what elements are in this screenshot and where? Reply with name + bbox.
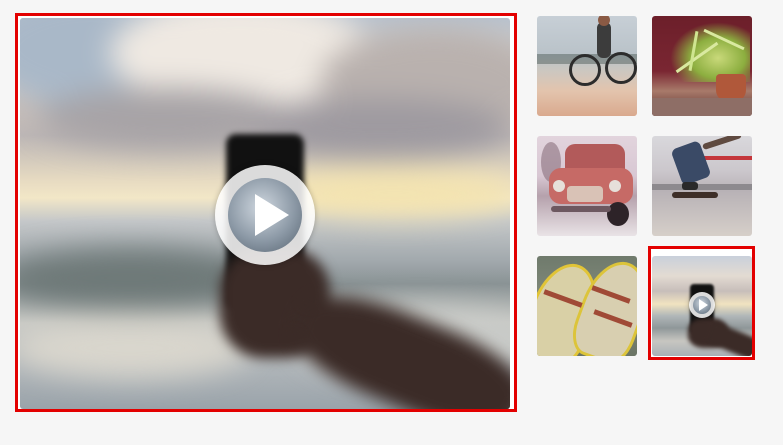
bike-wheel-back [569,54,601,86]
thumbnail-rowboats[interactable] [537,256,637,356]
thumbnail-cyclist[interactable] [537,16,637,116]
mini-arm [706,321,752,356]
main-video-player[interactable] [15,13,517,412]
media-gallery [0,0,783,445]
play-icon [699,299,708,311]
skate-shoe [682,182,698,190]
play-button[interactable] [215,165,315,265]
skateboard [672,192,718,198]
bike-wheel-front [605,52,637,84]
cyclist-body [597,22,611,58]
ramp-edge [652,184,752,190]
play-icon [255,194,289,236]
truck-wheel [607,202,629,226]
truck-bumper [551,206,611,212]
truck-grille [567,186,603,202]
thumbnail-play-button[interactable] [689,292,715,318]
truck-headlight-right [609,180,621,192]
tabletop [652,98,752,116]
thumbnail-potted-plant[interactable] [652,16,752,116]
thumbnail-phone-video[interactable] [652,256,752,356]
thumbnail-skateboarder[interactable] [652,136,752,236]
thumbnail-old-truck[interactable] [537,136,637,236]
main-video-preview[interactable] [20,18,510,409]
truck-headlight-left [553,180,565,192]
skater-arm [702,136,742,151]
